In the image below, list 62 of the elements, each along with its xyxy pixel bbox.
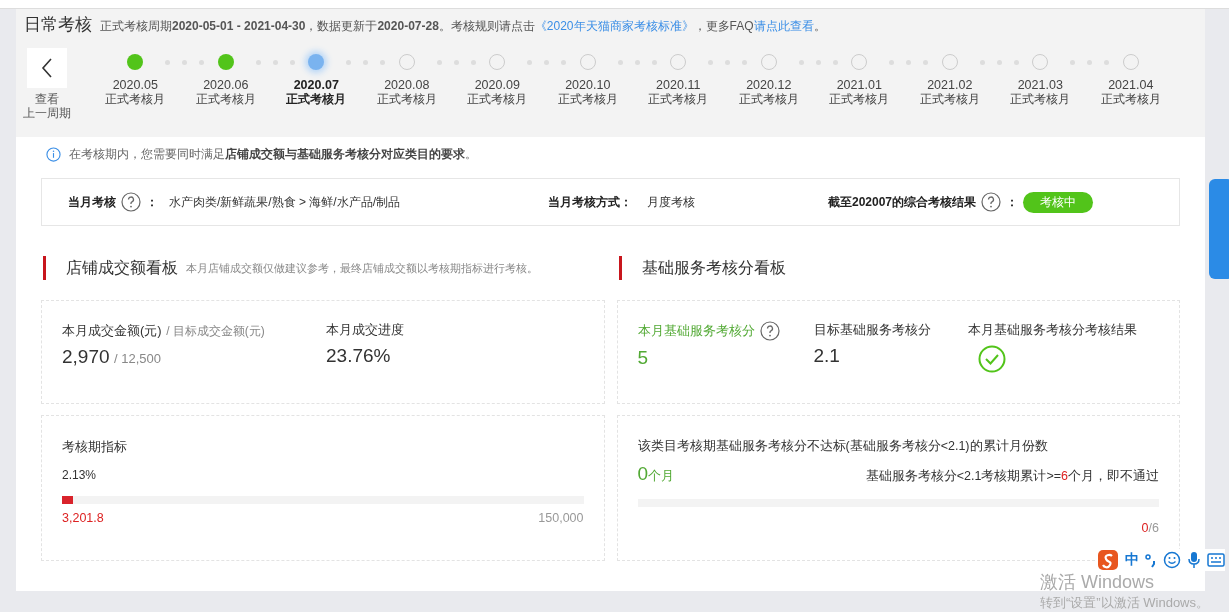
month-date[interactable]: 2020.07 xyxy=(293,78,339,92)
month-date[interactable]: 2020.09 xyxy=(474,78,520,92)
month-date[interactable]: 2020.08 xyxy=(384,78,430,92)
result-label: 本月基础服务考核分考核结果 xyxy=(967,321,1137,339)
page-title: 日常考核 xyxy=(24,14,92,36)
status-badge: 考核中 xyxy=(1023,191,1094,213)
board-title: 店铺成交额看板 xyxy=(66,257,178,278)
fail-rule: 基础服务考核分<2.1考核期累计>=6个月，即不通过 xyxy=(865,468,1159,485)
amount-value: 2,970 xyxy=(62,346,110,367)
target-label: / 目标成交金额(元) xyxy=(166,324,265,338)
target-value: 150,000 xyxy=(538,511,584,525)
month-label: 正式考核月 xyxy=(105,92,166,107)
previous-cycle-label[interactable]: 上一周期 xyxy=(23,106,71,120)
board-title: 基础服务考核分看板 xyxy=(641,257,786,278)
activation-title: 激活 Windows xyxy=(1040,571,1156,594)
month-label: 正式考核月 xyxy=(1010,92,1071,107)
month-date[interactable]: 2021.03 xyxy=(1017,78,1063,92)
cycle-description: 正式考核周期2020-05-01 - 2021-04-30，数据更新于2020-07-28。考核规则请点击《2020年天猫商家考核标准》，更多FAQ请点此查看。 xyxy=(100,18,826,35)
category-path: 水产肉类/新鲜蔬果/熟食 > 海鲜/水产品/制品 xyxy=(169,193,400,211)
colon: ： xyxy=(1006,193,1019,211)
month-label: 正式考核月 xyxy=(195,92,256,107)
score-label: 本月基础服务考核分 xyxy=(637,322,755,340)
month-date[interactable]: 2021.04 xyxy=(1108,78,1154,92)
target-value: / 12,500 xyxy=(114,351,161,366)
month-label: 正式考核月 xyxy=(919,92,980,107)
month-label: 正式考核月 xyxy=(1100,92,1161,107)
period-label: 考核期指标 xyxy=(62,438,128,456)
category-label: 当月考核 xyxy=(68,193,116,211)
month-date[interactable]: 2020.12 xyxy=(746,78,792,92)
month-label: 正式考核月 xyxy=(738,92,799,107)
month-label: 正式考核月 xyxy=(648,92,709,107)
progress-value: 23.76% xyxy=(326,345,392,367)
amount-label: 本月成交金额(元) xyxy=(62,323,162,338)
result-label: 截至202007的综合考核结果 xyxy=(828,193,977,211)
current-value: 3,201.8 xyxy=(62,511,104,525)
month-date[interactable]: 2021.02 xyxy=(927,78,973,92)
activation-text: 转到“设置”以激活 Windows。 xyxy=(1040,594,1209,612)
target-score-label: 目标基础服务考核分 xyxy=(813,321,932,339)
month-label: 正式考核月 xyxy=(286,92,347,107)
month-date[interactable]: 2020.10 xyxy=(565,78,611,92)
month-date[interactable]: 2020.05 xyxy=(112,78,158,92)
fail-months-value: 0个月 xyxy=(637,463,675,485)
ime-mode[interactable]: 中 xyxy=(1125,551,1139,569)
target-score-value: 2.1 xyxy=(813,345,841,367)
month-date[interactable]: 2021.01 xyxy=(836,78,882,92)
period-percent: 2.13% xyxy=(62,468,98,482)
month-label: 正式考核月 xyxy=(829,92,890,107)
month-date[interactable]: 2020.11 xyxy=(656,78,701,92)
month-label: 正式考核月 xyxy=(376,92,437,107)
board-note: 本月店铺成交额仅做建议参考，最终店铺成交额以考核期指标进行考核。 xyxy=(186,260,538,276)
progress-label: 本月成交进度 xyxy=(326,321,404,339)
month-label: 正式考核月 xyxy=(467,92,528,107)
previous-cycle-label[interactable]: 查看 xyxy=(35,92,59,106)
month-count: 0/6 xyxy=(1141,521,1159,535)
notice-text: 在考核期内，您需要同时满足店铺成交额与基础服务考核分对应类目的要求。 xyxy=(69,147,477,162)
score-value: 5 xyxy=(637,347,650,369)
month-date[interactable]: 2020.06 xyxy=(203,78,249,92)
fail-months-label: 该类目考核期基础服务考核分不达标(基础服务考核分<2.1)的累计月份数 xyxy=(637,438,1049,455)
colon: ： xyxy=(146,193,158,211)
month-label: 正式考核月 xyxy=(557,92,618,107)
method-label: 当月考核方式： xyxy=(548,193,632,211)
method-value: 月度考核 xyxy=(647,193,695,211)
